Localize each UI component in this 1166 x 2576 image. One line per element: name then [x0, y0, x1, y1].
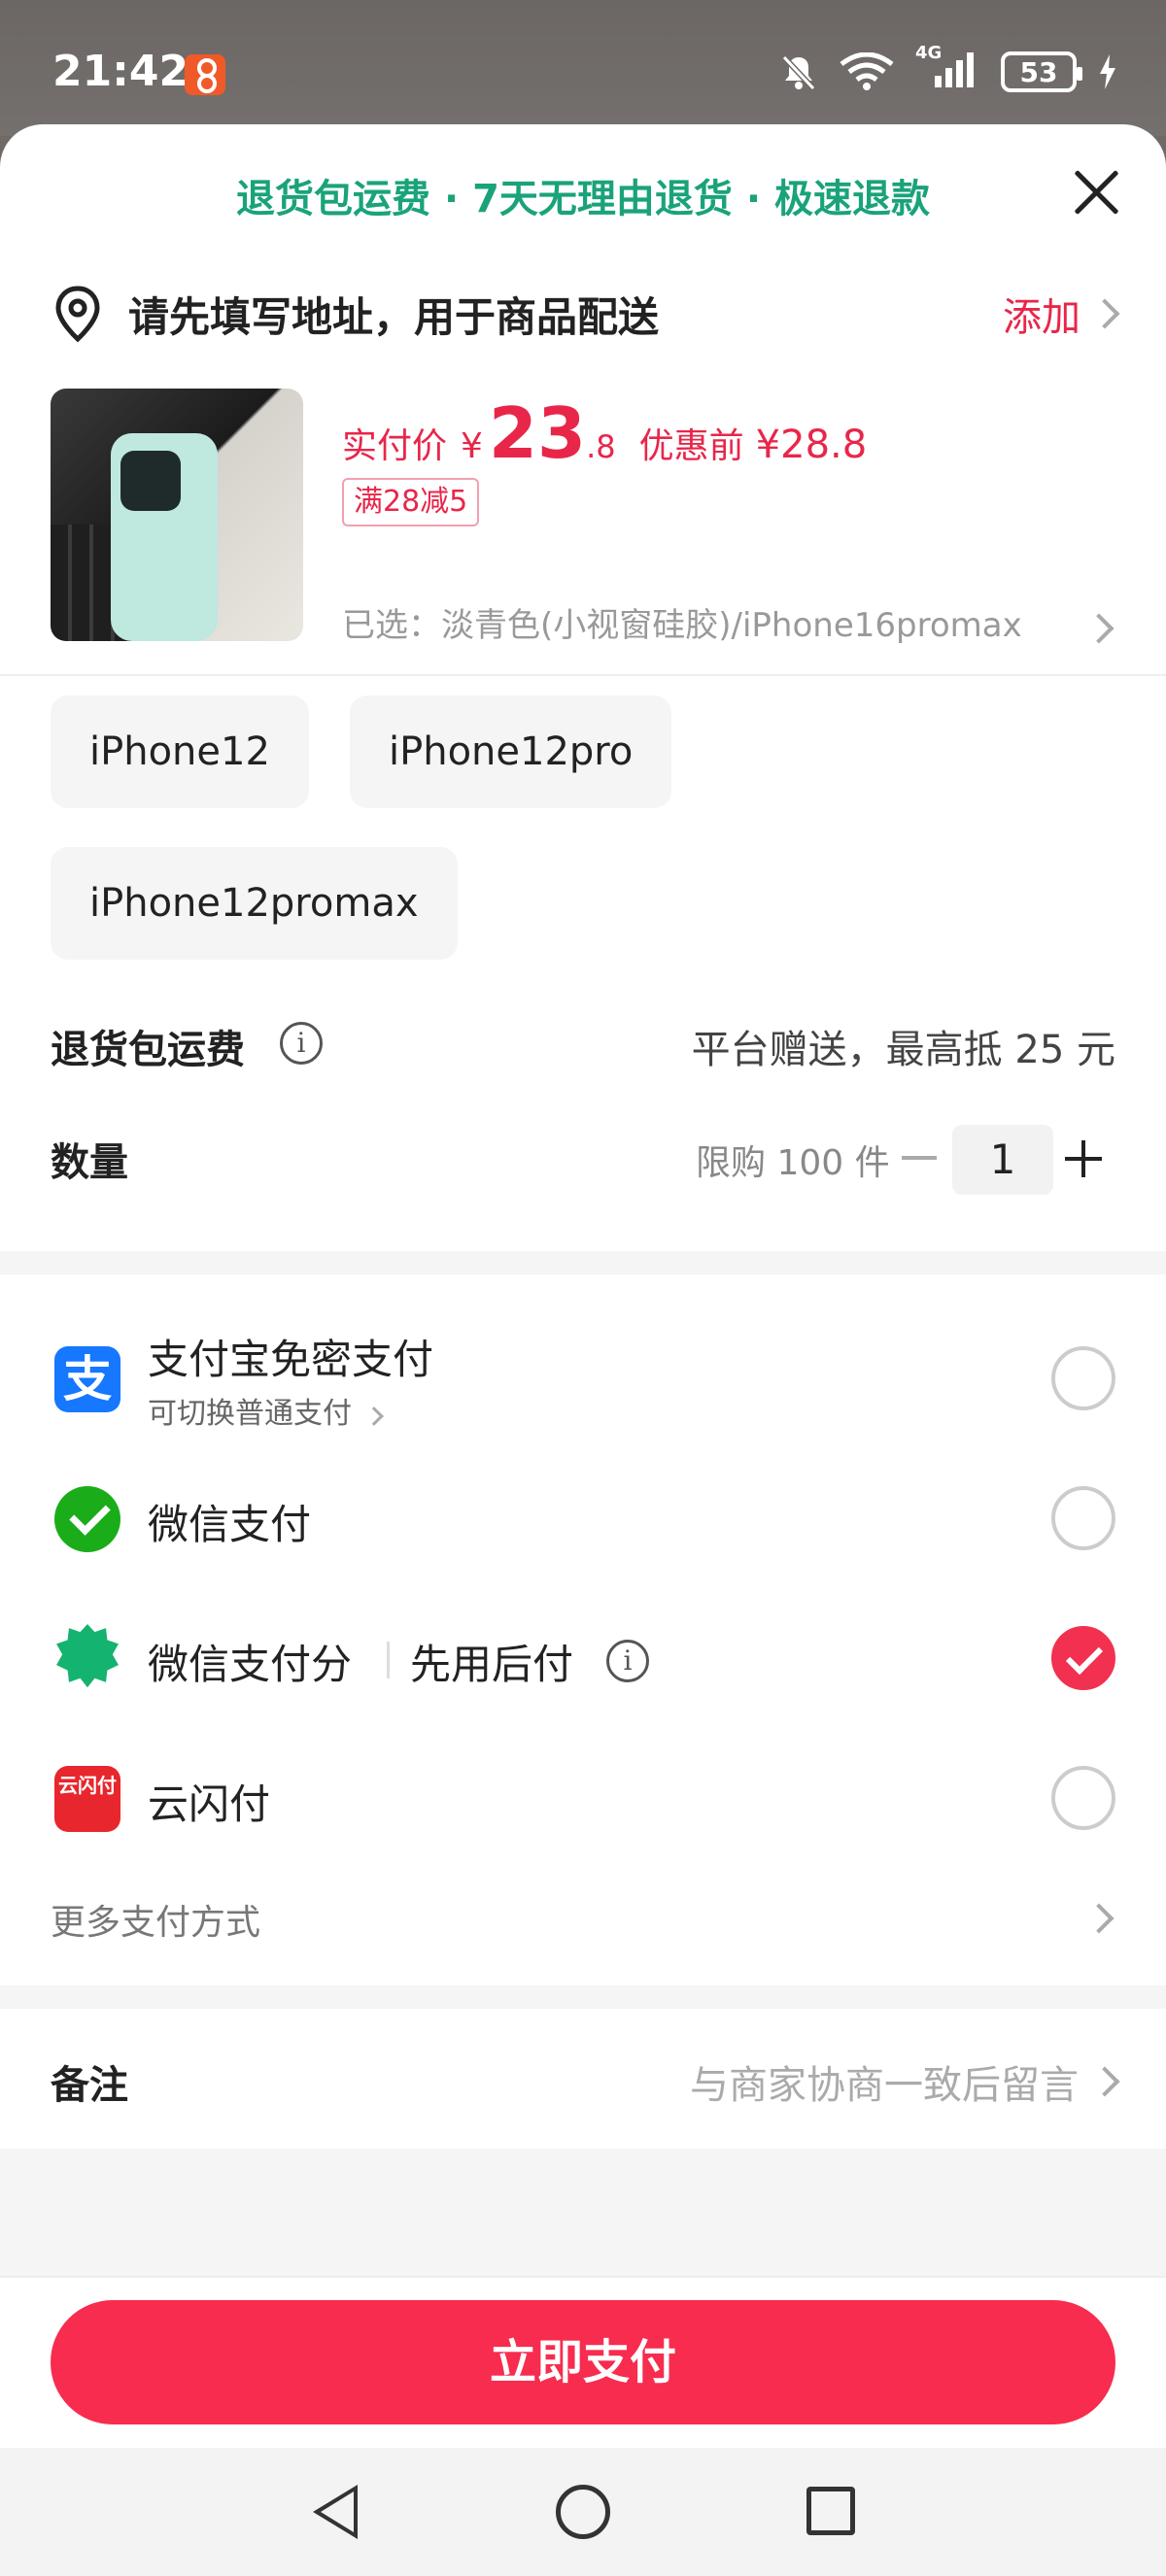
- chevron-right-icon: [1083, 1903, 1115, 1934]
- spec-option[interactable]: iPhone12promax: [51, 847, 458, 960]
- quantity-increase-button[interactable]: [1065, 1140, 1102, 1177]
- chevron-right-icon: [1089, 2066, 1120, 2097]
- home-icon[interactable]: [556, 2485, 610, 2539]
- payment-method-wechat-score[interactable]: 微信支付分 先用后付 i: [0, 1601, 1166, 1717]
- more-payment-methods[interactable]: 更多支付方式: [0, 1882, 1166, 1950]
- quantity-decrease-button[interactable]: [902, 1156, 937, 1160]
- status-bar: 21:42 4G 53: [0, 0, 1166, 136]
- product-chevron-right-icon[interactable]: [1083, 613, 1115, 644]
- payment-radio[interactable]: [1051, 1766, 1115, 1830]
- chevron-right-icon: [1089, 298, 1120, 329]
- address-prompt: 请先填写地址，用于商品配送: [128, 292, 660, 341]
- status-time: 21:42: [52, 47, 189, 96]
- status-icons: 4G 53: [779, 43, 1117, 93]
- section-gap: [0, 1251, 1166, 1274]
- network-type: 4G: [915, 43, 943, 63]
- payment-name: 支付宝免密支付: [148, 1336, 434, 1383]
- back-icon[interactable]: [313, 2485, 358, 2539]
- info-icon[interactable]: i: [280, 1022, 323, 1065]
- location-pin-icon: [55, 286, 100, 343]
- payment-method-unionpay[interactable]: 云闪付 云闪付: [0, 1741, 1166, 1857]
- original-price-label: 优惠前: [638, 426, 744, 466]
- spec-option[interactable]: iPhone12pro: [350, 695, 672, 808]
- chevron-right-icon: [363, 1407, 384, 1426]
- selected-spec: 已选：淡青色(小视窗硅胶)/iPhone16promax: [342, 606, 1022, 645]
- payment-name: 云闪付: [148, 1780, 271, 1828]
- checkout-sheet: 退货包运费 · 7天无理由退货 · 极速退款 请先填写地址，用于商品配送 添加 …: [0, 124, 1166, 2576]
- pay-now-button[interactable]: 立即支付: [51, 2300, 1115, 2424]
- charging-icon: [1100, 54, 1115, 89]
- product-image[interactable]: [51, 389, 303, 641]
- note-input[interactable]: 与商家协商一致后留言: [690, 2053, 1120, 2110]
- close-icon[interactable]: [1071, 167, 1121, 218]
- quantity-label: 数量: [51, 1140, 128, 1185]
- coupon-badge: 满28减5: [342, 478, 480, 526]
- payment-sub[interactable]: 可切换普通支付: [148, 1389, 384, 1432]
- payment-method-alipay[interactable]: 支 支付宝免密支付 可切换普通支付: [0, 1321, 1166, 1438]
- return-shipping-value: 平台赠送，最高抵 25 元: [691, 1028, 1115, 1072]
- battery-icon: 53: [1001, 51, 1082, 92]
- price-label: 实付价: [342, 426, 448, 466]
- bell-off-icon: [781, 54, 816, 91]
- wechat-score-icon: [56, 1624, 119, 1688]
- payment-name: 微信支付分: [148, 1641, 353, 1688]
- battery-level: 53: [1019, 55, 1058, 88]
- purchase-limit: 限购 100 件: [696, 1143, 890, 1183]
- payment-radio[interactable]: [1051, 1486, 1115, 1550]
- note-placeholder: 与商家协商一致后留言: [690, 2063, 1079, 2108]
- original-price: ¥28.8: [755, 423, 868, 467]
- add-address-link[interactable]: 添加: [1003, 286, 1080, 342]
- more-payment-label: 更多支付方式: [51, 1903, 261, 1943]
- recents-icon[interactable]: [806, 2487, 855, 2535]
- price-integer: 23: [488, 392, 587, 474]
- alipay-icon: 支: [54, 1346, 120, 1412]
- quantity-input[interactable]: 1: [952, 1125, 1053, 1195]
- app-notification-icon: [185, 54, 225, 95]
- price-decimal: .8: [586, 428, 616, 465]
- wechat-pay-icon: [54, 1486, 120, 1552]
- payment-tag: 先用后付: [410, 1641, 574, 1688]
- payment-method-wechat[interactable]: 微信支付: [0, 1461, 1166, 1577]
- note-label: 备注: [51, 2063, 128, 2108]
- payment-radio[interactable]: [1051, 1346, 1115, 1410]
- separator: [387, 1642, 390, 1678]
- spec-option[interactable]: iPhone12: [51, 695, 309, 808]
- address-row[interactable]: 请先填写地址，用于商品配送 添加: [51, 280, 1120, 348]
- signal-group: 4G: [915, 43, 979, 93]
- section-gap: [0, 1985, 1166, 2009]
- wifi-icon: [840, 52, 894, 90]
- payment-radio-checked[interactable]: [1051, 1626, 1115, 1690]
- unionpay-icon: 云闪付: [54, 1766, 120, 1832]
- price-row: 实付价 ¥ 23 .8 优惠前 ¥28.8: [342, 392, 867, 474]
- price-currency: ¥: [461, 426, 483, 466]
- payment-sub-label: 可切换普通支付: [148, 1397, 352, 1431]
- divider: [0, 674, 1166, 676]
- payment-name: 微信支付: [148, 1501, 312, 1548]
- thumb-camera: [120, 451, 181, 511]
- return-shipping-label: 退货包运费: [51, 1028, 245, 1072]
- service-banner: 退货包运费 · 7天无理由退货 · 极速退款: [236, 177, 930, 221]
- info-icon[interactable]: i: [606, 1640, 649, 1682]
